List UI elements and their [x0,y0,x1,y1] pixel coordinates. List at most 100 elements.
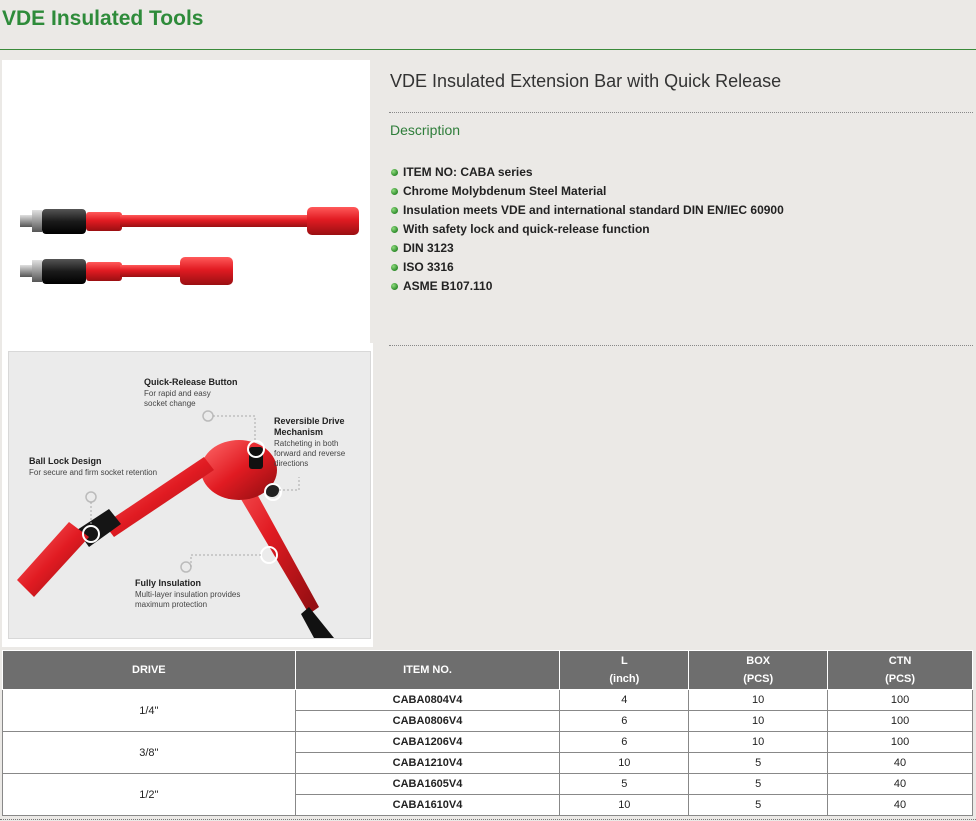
header-length-unit: (inch) [609,673,640,685]
green-bullet-icon [391,169,398,176]
page-title: VDE Insulated Tools [2,7,204,30]
feature-text: DIN 3123 [403,241,454,255]
item-no-cell: CABA1610V4 [294,794,561,816]
header-length-label: L [620,655,628,667]
feature-text: Chrome Molybdenum Steel Material [403,184,607,198]
feature-item: ASME B107.110 [391,277,784,296]
description-label: Description [390,122,461,138]
ctn-cell: 100 [827,731,973,753]
insulation-desc: Multi-layer insulation provides [135,590,240,599]
table-row: 1/2" CABA1605V4 5 5 40 [2,773,973,816]
dotted-divider [389,345,973,346]
feature-text: ISO 3316 [403,260,454,274]
header-drive: DRIVE [2,650,296,690]
box-cell: 10 [688,731,829,753]
ctn-cell: 100 [827,710,973,732]
item-no-cell: CABA0804V4 [294,689,561,711]
ball-lock-desc: For secure and firm socket retention [29,468,157,477]
green-bullet-icon [391,207,398,214]
reversible-desc: forward and reverse [274,449,346,458]
table-header-row: DRIVE ITEM NO. L (inch) BOX (PCS) CTN (PCS) [2,650,973,690]
long-extension-bar [20,207,359,235]
feature-item: Insulation meets VDE and international s… [391,201,784,220]
feature-text: ASME B107.110 [403,279,493,293]
box-cell: 5 [688,794,829,816]
header-ctn-label: CTN [888,655,912,667]
short-extension-bar [20,257,233,285]
socket [17,522,89,597]
drive-cell: 1/2" [2,773,296,816]
feature-diagram-panel: Quick-Release Button For rapid and easy … [8,351,371,639]
item-no-cell: CABA0806V4 [294,710,561,732]
length-cell: 10 [559,752,690,774]
quick-release-desc: For rapid and easy [144,389,211,398]
product-photo [2,60,370,343]
feature-text: ITEM NO: CABA series [403,165,533,179]
feature-item: ITEM NO: CABA series [391,163,784,182]
feature-item: Chrome Molybdenum Steel Material [391,182,784,201]
ctn-cell: 100 [827,689,973,711]
callout-marker [85,491,97,503]
callout-marker [180,561,192,573]
header-ctn: CTN (PCS) [827,650,973,690]
ctn-cell: 40 [827,794,973,816]
product-title: VDE Insulated Extension Bar with Quick R… [390,71,782,91]
feature-diagram: Quick-Release Button For rapid and easy … [2,343,373,647]
item-no-cell: CABA1605V4 [294,773,561,795]
callout-leader [279,477,300,491]
table-row: 3/8" CABA1206V4 6 10 100 [2,731,973,774]
header-length: L (inch) [559,650,690,690]
green-bullet-icon [391,245,398,252]
header-ctn-unit: (PCS) [885,673,916,685]
feature-text: Insulation meets VDE and international s… [403,203,784,217]
insulation-desc: maximum protection [135,600,207,609]
feature-item: DIN 3123 [391,239,784,258]
spec-table: DRIVE ITEM NO. L (inch) BOX (PCS) CTN (PCS)… [2,650,973,816]
quick-release-desc: socket change [144,399,196,408]
extension-bars-illustration [20,207,359,285]
length-cell: 10 [559,794,690,816]
dotted-divider [0,819,976,820]
item-no-cell: CABA1210V4 [294,752,561,774]
callout-leader [213,415,256,440]
feature-list: ITEM NO: CABA series Chrome Molybdenum S… [391,163,784,296]
item-no-cell: CABA1206V4 [294,731,561,753]
feature-text: With safety lock and quick-release funct… [403,222,650,236]
box-cell: 10 [688,689,829,711]
ctn-cell: 40 [827,752,973,774]
callout-marker [202,410,214,422]
ball-lock-title: Ball Lock Design [29,456,102,466]
length-cell: 6 [559,731,690,753]
handle-grip [301,607,334,638]
ctn-cell: 40 [827,773,973,795]
green-bullet-icon [391,226,398,233]
feature-item: ISO 3316 [391,258,784,277]
feature-item: With safety lock and quick-release funct… [391,220,784,239]
ratchet-illustration: Quick-Release Button For rapid and easy … [17,377,346,638]
header-box-unit: (PCS) [743,673,774,685]
reversible-title: Mechanism [274,427,323,437]
reversible-desc: directions [274,459,308,468]
green-bullet-icon [391,188,398,195]
box-cell: 5 [688,752,829,774]
header-box-label: BOX [746,655,771,667]
green-bullet-icon [391,283,398,290]
reversible-title: Reversible Drive [274,416,345,426]
length-cell: 4 [559,689,690,711]
header-box: BOX (PCS) [688,650,829,690]
green-bullet-icon [391,264,398,271]
reversible-desc: Ratcheting in both [274,439,339,448]
length-cell: 5 [559,773,690,795]
insulation-title: Fully Insulation [135,578,201,588]
table-row: 1/4" CABA0804V4 4 10 100 [2,689,973,732]
drive-cell: 3/8" [2,731,296,774]
box-cell: 5 [688,773,829,795]
header-item-no: ITEM NO. [294,650,561,690]
title-divider [0,49,976,50]
box-cell: 10 [688,710,829,732]
quick-release-title: Quick-Release Button [144,377,238,387]
length-cell: 6 [559,710,690,732]
drive-cell: 1/4" [2,689,296,732]
callout-leader [190,554,261,567]
dotted-divider [389,112,973,113]
